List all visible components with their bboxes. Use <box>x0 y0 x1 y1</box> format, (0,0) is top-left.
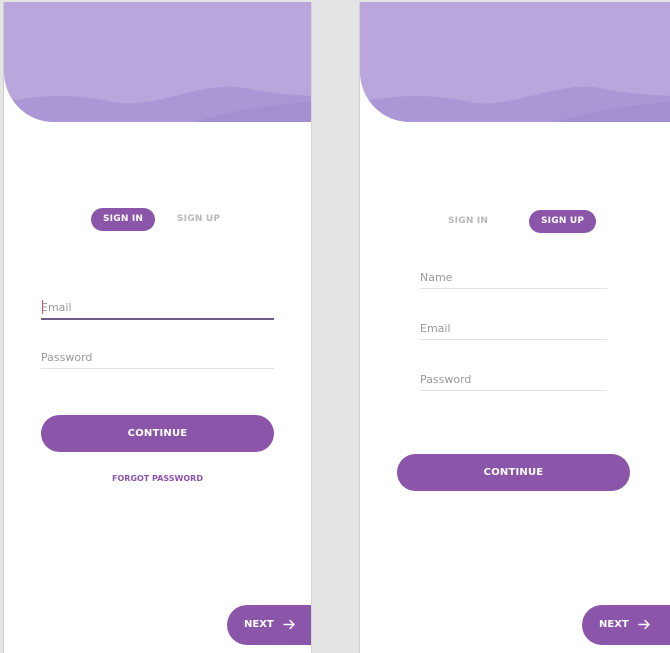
arrow-right-icon <box>638 619 650 629</box>
header-wave <box>4 2 311 122</box>
tab-sign-up[interactable]: SIGN UP <box>165 208 232 231</box>
password-input[interactable] <box>41 346 274 369</box>
signup-screen: SIGN IN SIGN UP CONTINUE NEXT <box>359 2 670 653</box>
name-field[interactable] <box>420 266 607 289</box>
header-wave <box>360 2 670 122</box>
email-input[interactable] <box>41 296 274 319</box>
next-button[interactable]: NEXT <box>582 605 670 645</box>
name-input[interactable] <box>420 266 607 289</box>
arrow-right-icon <box>283 619 295 629</box>
text-caret <box>42 300 43 314</box>
email-field[interactable] <box>420 317 607 340</box>
continue-button[interactable]: CONTINUE <box>397 454 630 491</box>
tab-sign-in[interactable]: SIGN IN <box>91 208 156 231</box>
next-button[interactable]: NEXT <box>227 605 311 645</box>
tab-sign-up[interactable]: SIGN UP <box>529 210 597 233</box>
signin-screen: SIGN IN SIGN UP CONTINUE FORGOT PASSWORD… <box>3 2 312 653</box>
continue-button[interactable]: CONTINUE <box>41 415 274 452</box>
forgot-password-link[interactable]: FORGOT PASSWORD <box>41 474 274 483</box>
tab-sign-in[interactable]: SIGN IN <box>436 210 500 233</box>
password-field[interactable] <box>420 368 607 391</box>
next-label: NEXT <box>244 619 274 630</box>
email-field[interactable] <box>41 296 274 320</box>
password-input[interactable] <box>420 368 607 391</box>
next-label: NEXT <box>599 619 629 630</box>
email-input[interactable] <box>420 317 607 340</box>
password-field[interactable] <box>41 346 274 369</box>
